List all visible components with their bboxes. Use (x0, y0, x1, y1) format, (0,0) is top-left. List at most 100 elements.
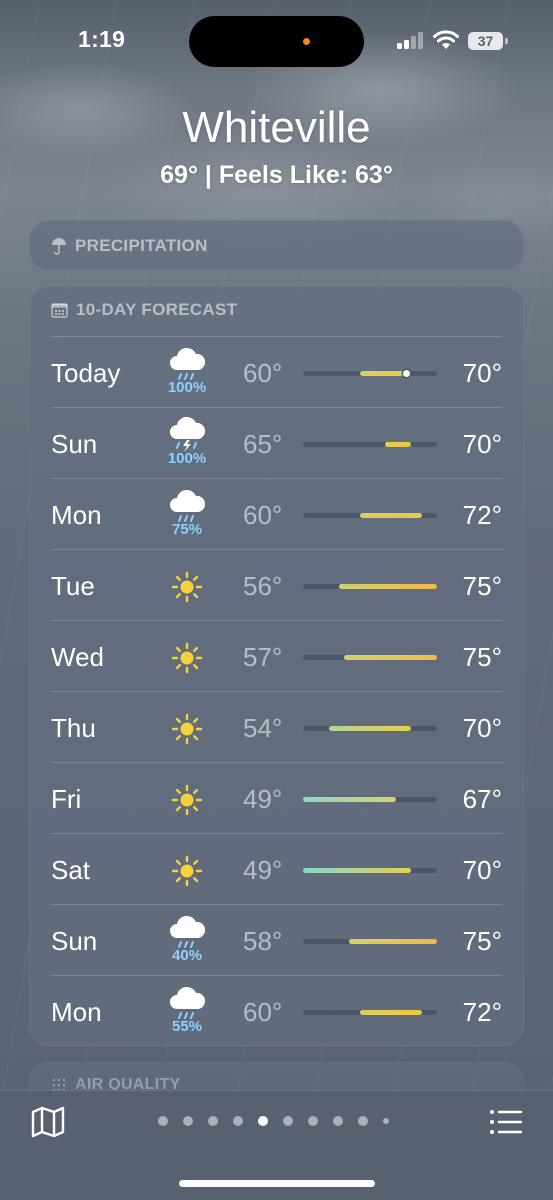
row-separator (51, 549, 502, 550)
page-dot[interactable] (158, 1116, 168, 1126)
toolbar-divider (0, 1090, 553, 1091)
high-temp: 75° (462, 642, 502, 672)
temp-range-bar (344, 655, 437, 660)
page-dot[interactable] (358, 1116, 368, 1126)
forecast-day: Sat (51, 855, 91, 885)
high-temp: 75° (462, 571, 502, 601)
precip-chance: 75% (171, 521, 203, 538)
forecast-row[interactable]: Mon 75% 60° 72° (29, 478, 524, 549)
temp-range-track (303, 726, 437, 731)
forecast-rows: Today 100% 60° 70° Sun 100% 65° 70° Mon 75% 60° 72°… (29, 336, 524, 1046)
cellular-signal-icon (397, 32, 425, 49)
forecast-row[interactable]: Sun 100% 65° 70° (29, 407, 524, 478)
battery-cap (505, 38, 508, 44)
dynamic-island (189, 16, 364, 67)
list-icon[interactable] (488, 1106, 524, 1138)
temp-range-track (303, 584, 437, 589)
forecast-day: Tue (51, 571, 95, 601)
sun-icon (167, 567, 207, 625)
temp-range-track (303, 939, 437, 944)
temp-range-bar (339, 584, 437, 589)
battery-icon: 37 (468, 32, 503, 50)
page-dot[interactable] (208, 1116, 218, 1126)
page-dot[interactable] (258, 1116, 268, 1126)
forecast-day: Mon (51, 997, 102, 1027)
page-dot[interactable] (283, 1116, 293, 1126)
temp-range-bar (303, 797, 396, 802)
high-temp: 70° (462, 855, 502, 885)
temp-range-bar (359, 513, 422, 518)
precip-chance: 100% (167, 379, 207, 396)
current-temp-dot (402, 370, 410, 377)
page-indicator[interactable] (158, 1116, 389, 1126)
temp-range-track (303, 868, 437, 873)
sun-icon (167, 638, 207, 696)
low-temp: 54° (243, 713, 283, 743)
temp-range-track (303, 797, 437, 802)
low-temp: 49° (243, 784, 283, 814)
forecast-row[interactable]: Fri 49° 67° (29, 762, 524, 833)
page-dot[interactable] (233, 1116, 243, 1126)
forecast-row[interactable]: Wed 57° 75° (29, 620, 524, 691)
temp-range-track (303, 513, 437, 518)
temp-range-track (303, 1010, 437, 1015)
home-indicator[interactable] (179, 1180, 375, 1187)
forecast-day: Thu (51, 713, 96, 743)
low-temp: 57° (243, 642, 283, 672)
page-dot[interactable] (383, 1118, 389, 1124)
precipitation-title: PRECIPITATION (75, 235, 208, 255)
forecast-day: Sun (51, 926, 98, 956)
precip-chance: 40% (171, 947, 203, 964)
page-dot[interactable] (333, 1116, 343, 1126)
temp-range-bar (303, 868, 412, 873)
row-separator (51, 833, 502, 834)
precipitation-card[interactable]: PRECIPITATION (29, 220, 524, 271)
forecast-row[interactable]: Tue 56° 75° (29, 549, 524, 620)
low-temp: 60° (243, 997, 283, 1027)
map-icon[interactable] (30, 1106, 66, 1138)
forecast-row[interactable]: Sat 49° 70° (29, 833, 524, 904)
high-temp: 70° (462, 429, 502, 459)
status-time: 1:19 (78, 26, 126, 52)
calendar-icon (51, 303, 68, 318)
umbrella-icon (52, 237, 66, 255)
forecast-row[interactable]: Mon 55% 60° 72° (29, 975, 524, 1046)
low-temp: 49° (243, 855, 283, 885)
precip-chance: 100% (167, 450, 207, 467)
wifi-icon (433, 30, 459, 49)
high-temp: 72° (462, 500, 502, 530)
high-temp: 75° (462, 926, 502, 956)
forecast-title: 10-DAY FORECAST (76, 300, 238, 319)
forecast-row[interactable]: Sun 40% 58° 75° (29, 904, 524, 975)
row-separator (51, 336, 502, 337)
sun-icon (167, 709, 207, 767)
temp-range-bar (328, 726, 412, 731)
status-bar: 1:19 37 (0, 0, 553, 80)
precip-chance: 55% (171, 1018, 203, 1035)
row-separator (51, 691, 502, 692)
temp-range-track (303, 655, 437, 660)
temp-range-bar (349, 939, 437, 944)
row-separator (51, 904, 502, 905)
forecast-day: Wed (51, 642, 104, 672)
forecast-day: Fri (51, 784, 82, 814)
row-separator (51, 762, 502, 763)
page-dot[interactable] (308, 1116, 318, 1126)
row-separator (51, 620, 502, 621)
location-name: Whiteville (182, 103, 371, 152)
temp-range-track (303, 442, 437, 447)
low-temp: 65° (243, 429, 283, 459)
ten-day-forecast-card[interactable]: 10-DAY FORECAST Today 100% 60° 70° Sun 100% 65… (29, 286, 524, 1046)
temp-range-bar (385, 442, 412, 447)
low-temp: 60° (243, 358, 283, 388)
sun-icon (167, 780, 207, 838)
forecast-day: Today (51, 358, 121, 388)
row-separator (51, 478, 502, 479)
page-dot[interactable] (183, 1116, 193, 1126)
forecast-row[interactable]: Thu 54° 70° (29, 691, 524, 762)
row-separator (51, 407, 502, 408)
high-temp: 70° (462, 358, 502, 388)
low-temp: 56° (243, 571, 283, 601)
forecast-day: Sun (51, 429, 98, 459)
forecast-row[interactable]: Today 100% 60° 70° (29, 336, 524, 407)
